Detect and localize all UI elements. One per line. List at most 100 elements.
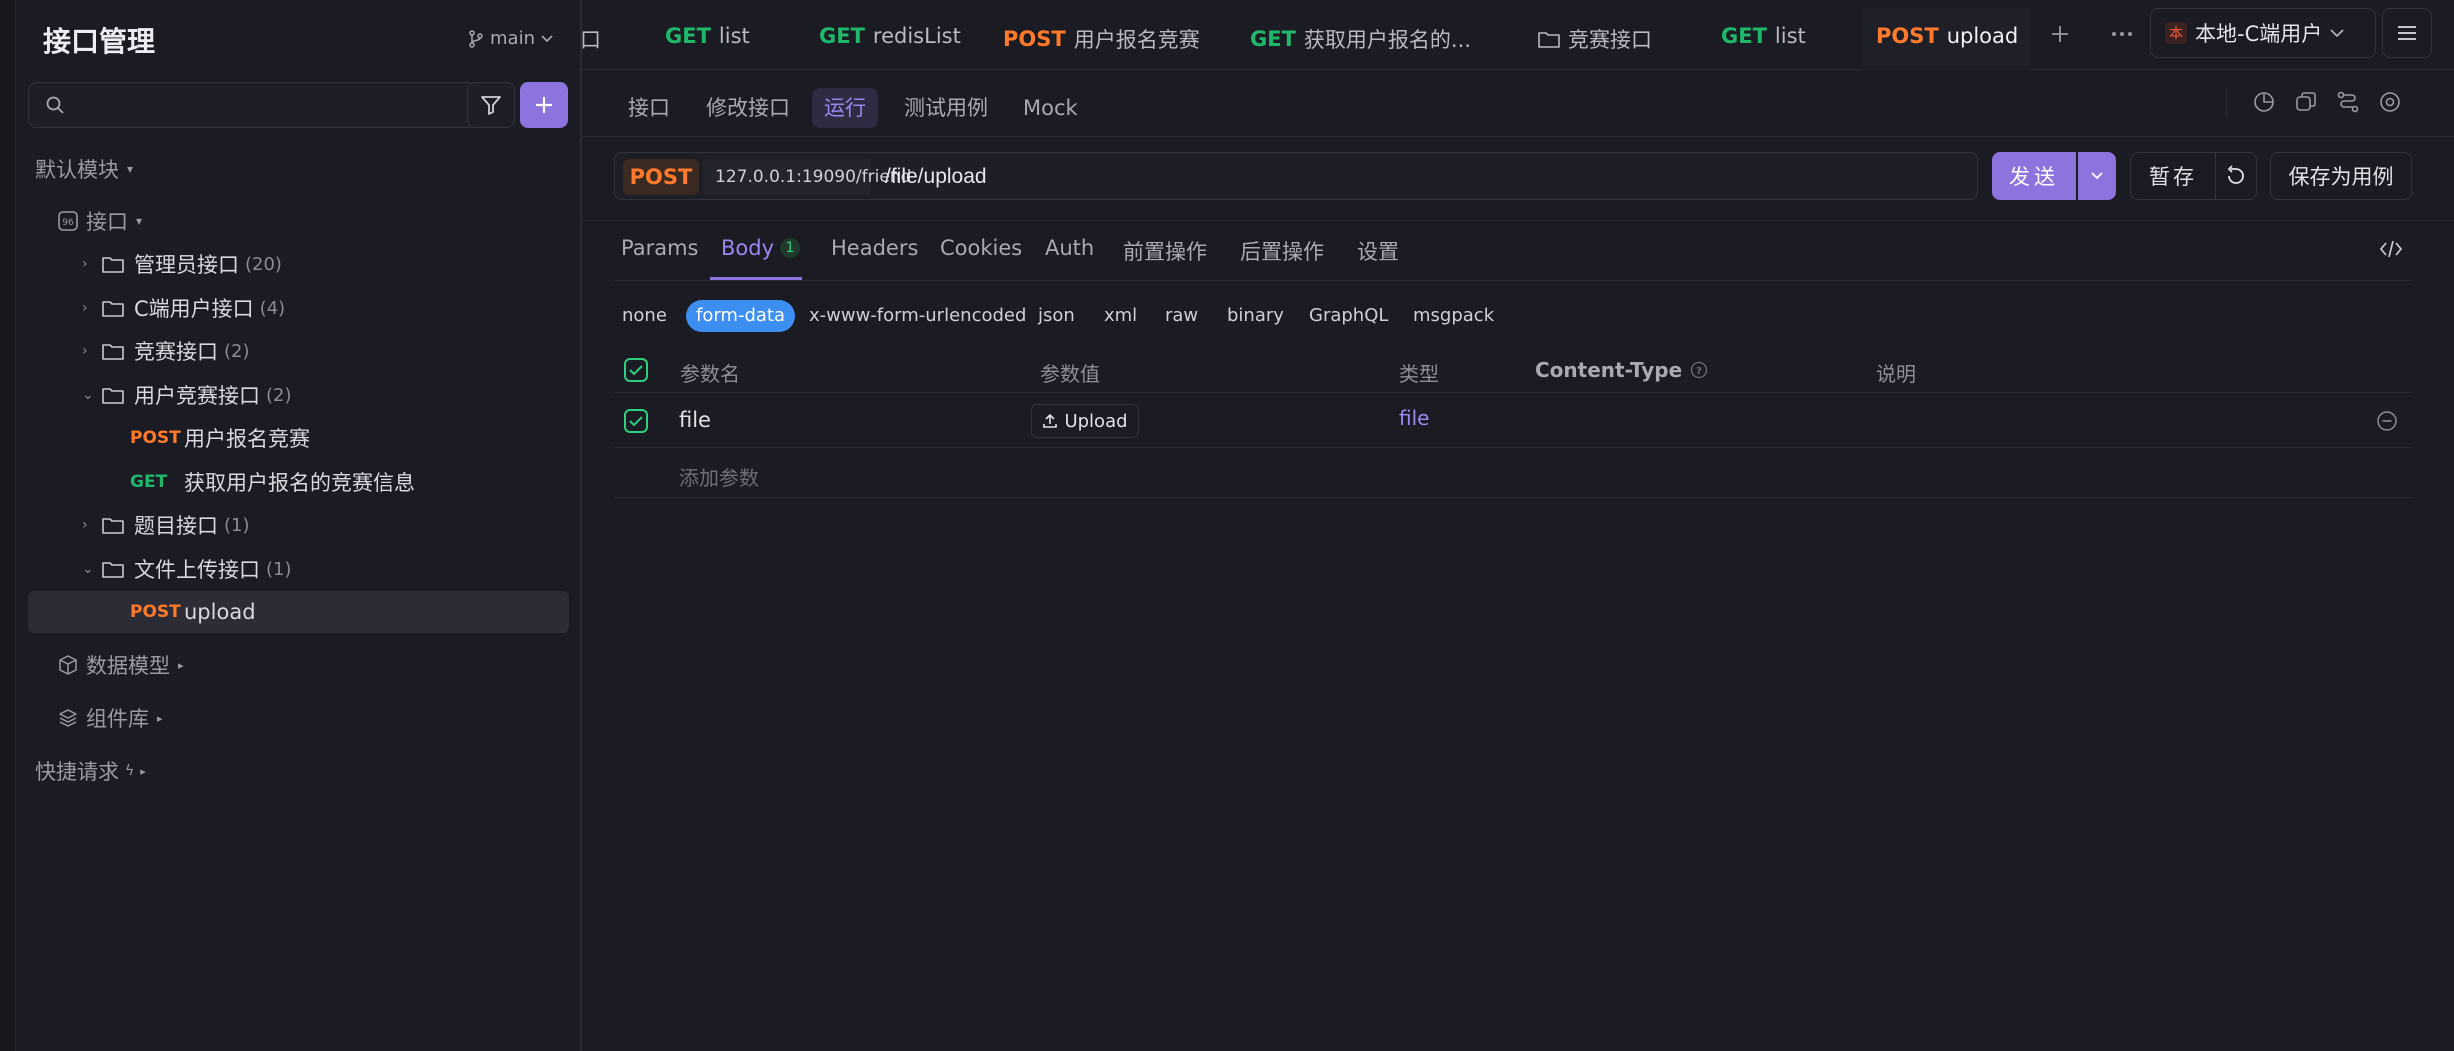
help-circle-icon[interactable]: ?: [1690, 361, 1708, 379]
more-tabs-button[interactable]: [2110, 24, 2134, 44]
divider: [614, 392, 2412, 393]
divider: [614, 497, 2412, 498]
save-as-case-button[interactable]: 保存为用例: [2270, 152, 2412, 200]
tab-get-list[interactable]: GET list: [665, 24, 750, 48]
method-label: GET: [130, 472, 168, 492]
tab-partial[interactable]: 口: [580, 24, 601, 54]
tab-get-contest-info[interactable]: GET 获取用户报名的...: [1250, 24, 1471, 54]
select-all-checkbox[interactable]: [624, 358, 648, 382]
subtab-mock[interactable]: Mock: [1011, 88, 1090, 128]
component-library[interactable]: 组件库 ▸: [58, 698, 163, 738]
module-default[interactable]: 默认模块 ▾: [35, 149, 133, 189]
subtab-test-cases[interactable]: 测试用例: [892, 88, 1000, 128]
folder-name: 用户竞赛接口: [134, 384, 260, 408]
search-input[interactable]: [77, 89, 457, 121]
api-root-label: 接口: [86, 210, 128, 234]
copy-button[interactable]: [2294, 90, 2318, 114]
folder-icon: [102, 255, 124, 273]
api-icon: 96: [58, 211, 78, 231]
tab-method: GET: [665, 24, 711, 48]
send-dropdown-button[interactable]: [2078, 152, 2116, 200]
environment-select[interactable]: 本 本地-C端用户: [2150, 8, 2376, 58]
folder-file-upload[interactable]: ⌄ 文件上传接口 (1): [82, 549, 292, 589]
code-view-button[interactable]: [2380, 240, 2402, 258]
subtab-edit[interactable]: 修改接口: [694, 88, 802, 128]
add-param-input[interactable]: 添加参数: [679, 462, 759, 491]
new-tab-button[interactable]: [2050, 24, 2070, 44]
filter-button[interactable]: [467, 82, 515, 128]
flow-button[interactable]: [2336, 90, 2360, 114]
param-tab-body[interactable]: Body 1: [721, 236, 801, 260]
main-menu-button[interactable]: [2382, 8, 2432, 58]
base-url[interactable]: 127.0.0.1:19090/friend: [703, 159, 911, 195]
stash-button[interactable]: 暂存: [2130, 152, 2216, 200]
reset-button[interactable]: [2215, 152, 2257, 200]
row-checkbox[interactable]: [624, 409, 648, 433]
tab-get-redislist[interactable]: GET redisList: [819, 24, 961, 48]
param-tab-params[interactable]: Params: [621, 236, 699, 260]
body-type-none[interactable]: none: [612, 300, 677, 332]
param-tab-cookies[interactable]: Cookies: [940, 236, 1022, 260]
divider: [582, 136, 2454, 137]
param-tab-headers[interactable]: Headers: [831, 236, 918, 260]
param-tab-pre-ops[interactable]: 前置操作: [1123, 236, 1207, 266]
tab-post-register[interactable]: POST 用户报名竞赛: [1003, 24, 1200, 54]
remove-row-button[interactable]: [2376, 410, 2398, 432]
api-root[interactable]: 96 接口 ▾: [58, 201, 142, 241]
tab-folder-contest[interactable]: 竞赛接口: [1538, 24, 1652, 54]
body-type-raw[interactable]: raw: [1155, 300, 1208, 332]
body-type-json[interactable]: json: [1028, 300, 1085, 332]
method-select[interactable]: POST: [623, 159, 699, 195]
sidebar-search[interactable]: [28, 82, 476, 128]
path-input[interactable]: [885, 161, 1945, 193]
folder-user-contest[interactable]: ⌄ 用户竞赛接口 (2): [82, 375, 292, 415]
chart-button[interactable]: [2252, 90, 2276, 114]
folder-name: 文件上传接口: [134, 558, 260, 582]
param-tab-post-ops[interactable]: 后置操作: [1240, 236, 1324, 266]
body-type-graphql[interactable]: GraphQL: [1299, 300, 1398, 332]
api-item-get-contest-info[interactable]: GET 获取用户报名的竞赛信息: [130, 462, 415, 502]
divider: [614, 280, 2412, 281]
tab-get-list-2[interactable]: GET list: [1721, 24, 1806, 48]
environment-label: 本地-C端用户: [2195, 22, 2323, 46]
body-type-form-data[interactable]: form-data: [686, 300, 796, 332]
divider: [614, 447, 2412, 448]
param-tab-auth[interactable]: Auth: [1045, 236, 1094, 260]
subtab-api[interactable]: 接口: [616, 88, 682, 128]
column-header-value: 参数值: [1040, 362, 1100, 386]
send-button[interactable]: 发送: [1992, 152, 2076, 200]
folder-count: (1): [224, 514, 250, 536]
data-model[interactable]: 数据模型 ▸: [58, 645, 184, 685]
api-item-upload[interactable]: POST upload: [130, 592, 256, 632]
chevron-right-icon: ›: [82, 517, 88, 533]
folder-question[interactable]: › 题目接口 (1): [82, 505, 250, 545]
upload-button[interactable]: Upload: [1031, 404, 1139, 438]
gear-icon: [2378, 90, 2402, 114]
caret-right-icon: ▸: [140, 764, 146, 778]
filter-icon: [480, 94, 502, 116]
branch-name: main: [490, 28, 535, 49]
quick-request[interactable]: 快捷请求 ϟ ▸: [35, 751, 146, 791]
body-type-msgpack[interactable]: msgpack: [1403, 300, 1504, 332]
chevron-down-icon: [2330, 28, 2344, 38]
svg-text:?: ?: [1696, 366, 1702, 377]
branch-icon: [468, 29, 484, 48]
body-type-urlencoded[interactable]: x-www-form-urlencoded: [799, 300, 1036, 332]
subtab-run[interactable]: 运行: [812, 88, 878, 128]
add-button[interactable]: [520, 82, 568, 128]
param-type-cell[interactable]: file: [1399, 406, 1429, 430]
settings-button[interactable]: [2378, 90, 2402, 114]
folder-contest[interactable]: › 竞赛接口 (2): [82, 331, 250, 371]
branch-selector[interactable]: main: [468, 28, 553, 49]
folder-c-user[interactable]: › C端用户接口 (4): [82, 288, 285, 328]
param-name-cell[interactable]: file: [679, 408, 711, 432]
param-tab-settings[interactable]: 设置: [1357, 236, 1399, 266]
tab-post-upload[interactable]: POST upload: [1876, 24, 2018, 48]
divider: [582, 220, 2454, 221]
body-type-binary[interactable]: binary: [1217, 300, 1294, 332]
api-item-register-contest[interactable]: POST 用户报名竞赛: [130, 418, 310, 458]
folder-admin[interactable]: › 管理员接口 (20): [82, 244, 282, 284]
tab-label: list: [718, 24, 750, 48]
more-horizontal-icon: [2110, 24, 2134, 44]
body-type-xml[interactable]: xml: [1094, 300, 1147, 332]
